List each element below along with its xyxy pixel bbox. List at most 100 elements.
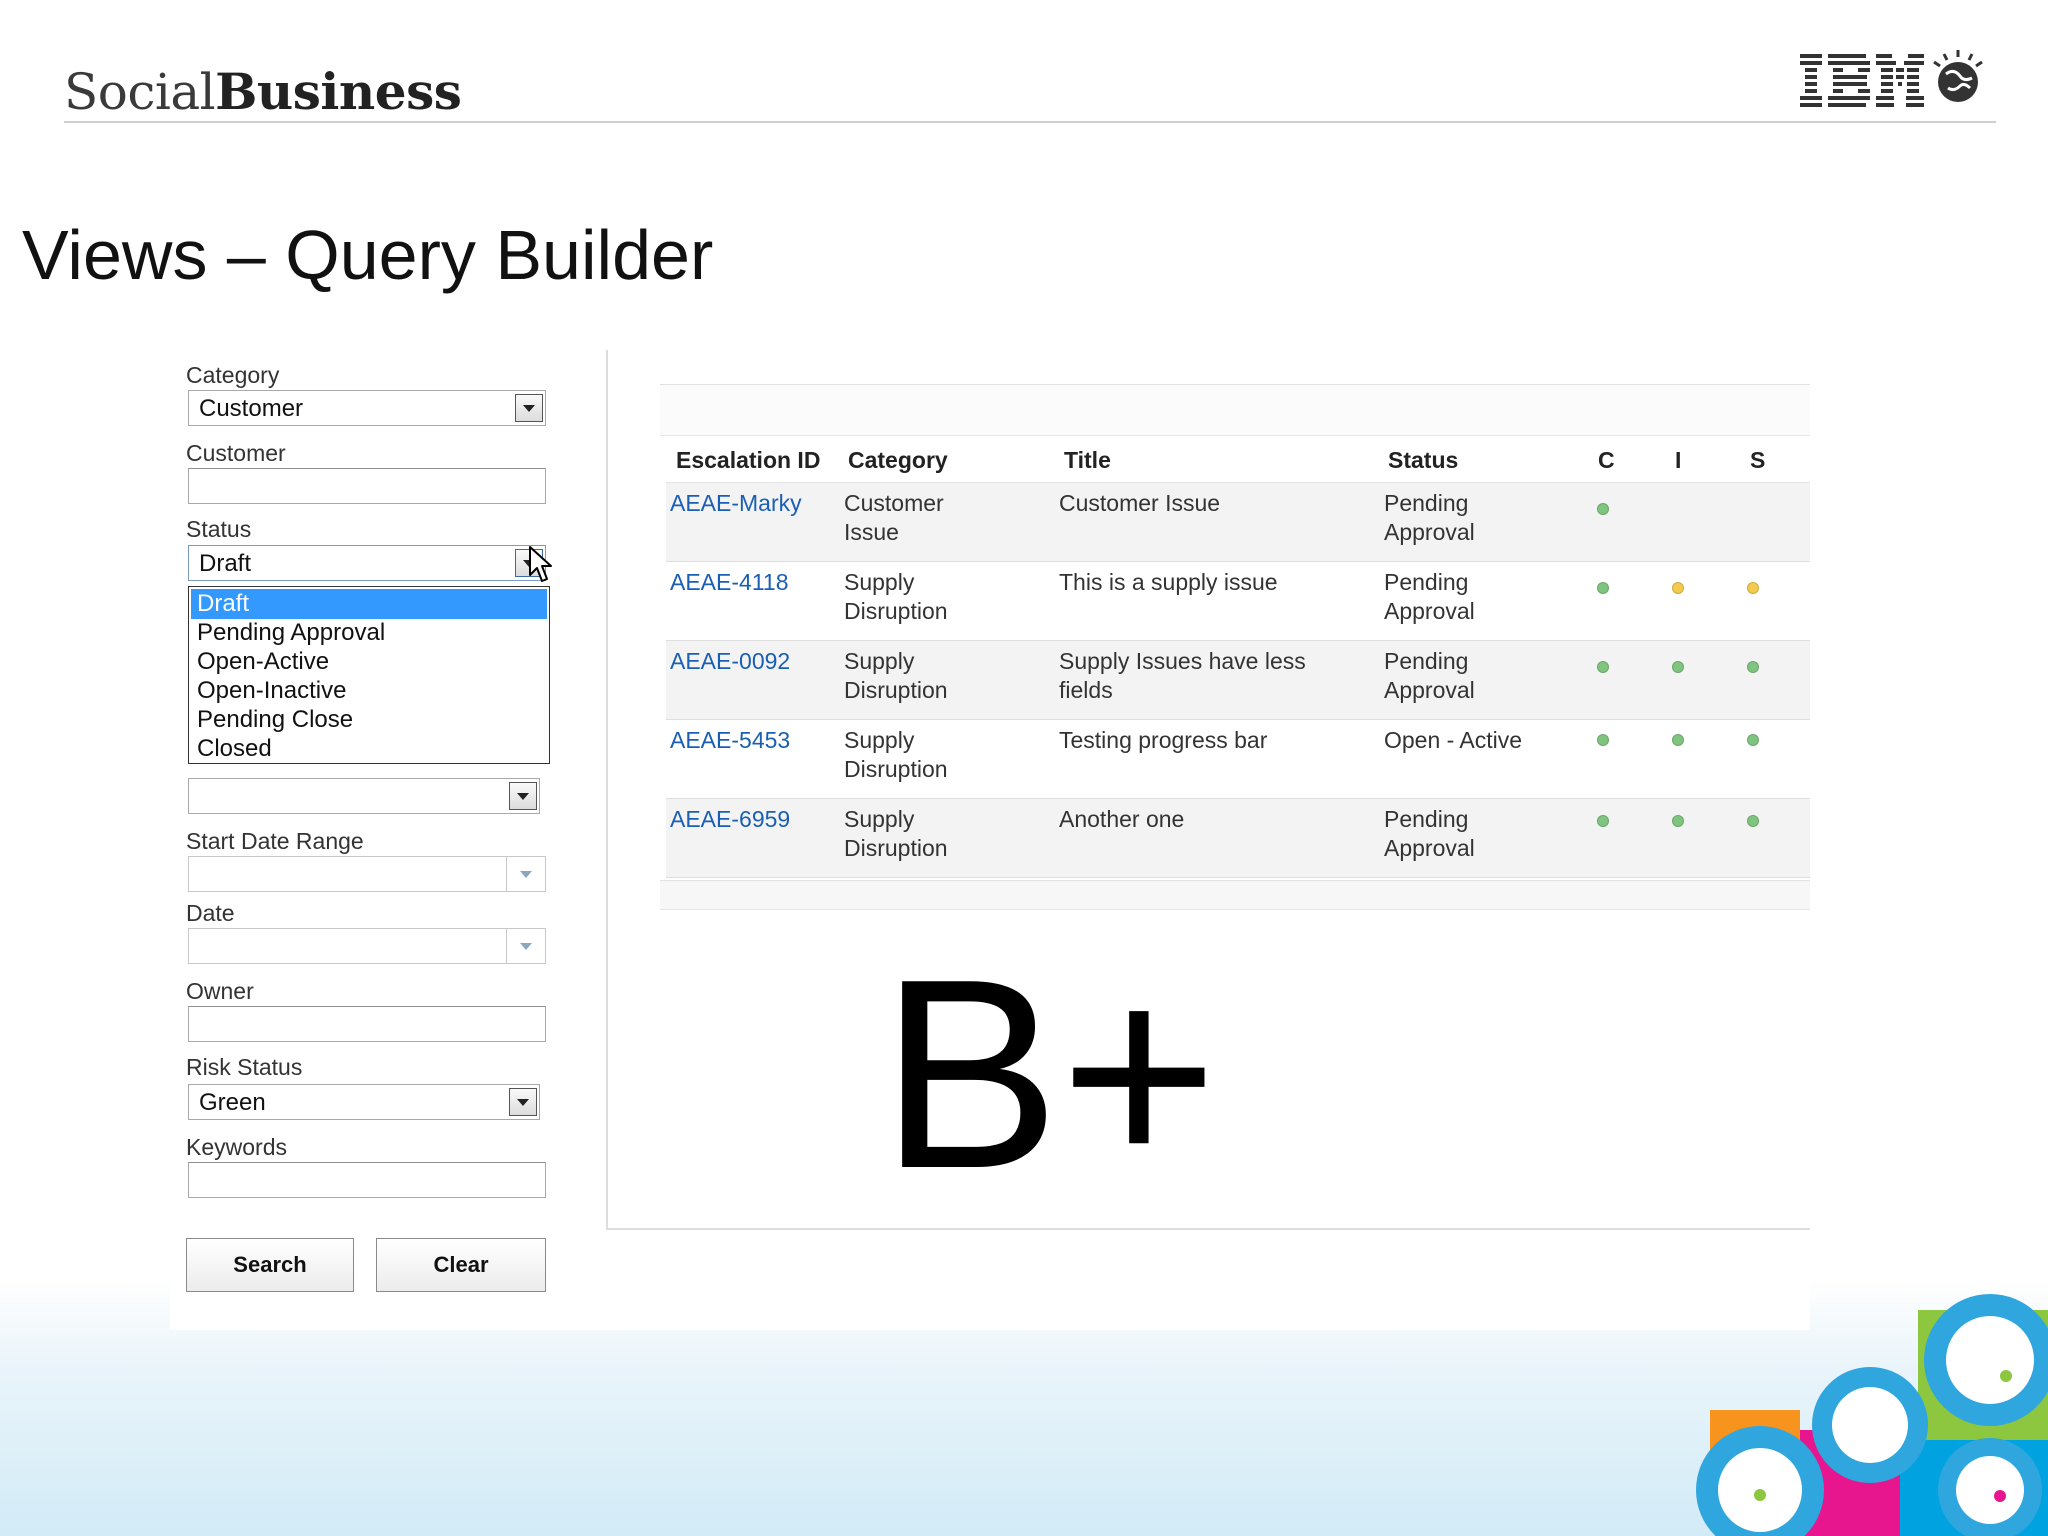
sidebar-divider bbox=[606, 350, 608, 1230]
table-row[interactable]: AEAE-4118 Supply Disruption This is a sup… bbox=[666, 562, 1810, 641]
risk-s-indicator bbox=[1747, 661, 1759, 673]
table-row[interactable]: AEAE-0092 Supply Disruption Supply Issues… bbox=[666, 641, 1810, 720]
escalation-id-link[interactable]: AEAE-6959 bbox=[670, 805, 790, 834]
title-cell: This is a supply issue bbox=[1059, 568, 1278, 597]
risk-status-select[interactable]: Green bbox=[188, 1084, 540, 1120]
column-header-category[interactable]: Category bbox=[848, 447, 948, 474]
category-line: Supply bbox=[844, 727, 915, 753]
risk-c-indicator bbox=[1597, 503, 1609, 515]
category-value: Customer bbox=[199, 395, 304, 422]
table-row[interactable]: AEAE-5453 Supply Disruption Testing progr… bbox=[666, 720, 1810, 799]
risk-c-indicator bbox=[1597, 582, 1609, 594]
risk-s-indicator bbox=[1747, 815, 1759, 827]
column-header-s[interactable]: S bbox=[1750, 447, 1765, 474]
category-line: Issue bbox=[844, 519, 899, 545]
status-cell: Pending Approval bbox=[1384, 647, 1475, 705]
grade-annotation: B+ bbox=[880, 924, 1218, 1225]
status-select[interactable]: Draft bbox=[188, 545, 546, 581]
column-header-title[interactable]: Title bbox=[1064, 447, 1111, 474]
category-line: Disruption bbox=[844, 677, 948, 703]
title-line: This is a supply issue bbox=[1059, 569, 1278, 595]
category-line: Disruption bbox=[844, 835, 948, 861]
customer-input[interactable] bbox=[188, 468, 546, 504]
chevron-down-icon[interactable] bbox=[515, 394, 543, 422]
mouse-pointer-icon bbox=[529, 546, 552, 582]
brand-bold-text: Business bbox=[215, 62, 462, 121]
column-header-escalation-id[interactable]: Escalation ID bbox=[676, 447, 820, 474]
risk-i-indicator bbox=[1672, 734, 1684, 746]
chevron-down-icon[interactable] bbox=[509, 1088, 537, 1116]
escalation-id-link[interactable]: AEAE-4118 bbox=[670, 568, 788, 597]
status-option[interactable]: Closed bbox=[191, 734, 547, 764]
date-label: Date bbox=[186, 900, 235, 926]
risk-s-indicator bbox=[1747, 582, 1759, 594]
column-header-c[interactable]: C bbox=[1598, 447, 1615, 474]
title-cell: Customer Issue bbox=[1059, 489, 1220, 518]
status-cell: Pending Approval bbox=[1384, 568, 1475, 626]
title-line: Another one bbox=[1059, 806, 1185, 832]
title-line: Customer Issue bbox=[1059, 490, 1221, 516]
grid-footer bbox=[660, 880, 1810, 910]
customer-label: Customer bbox=[186, 440, 286, 466]
category-select[interactable]: Customer bbox=[188, 390, 546, 426]
escalation-id-link[interactable]: AEAE-5453 bbox=[670, 726, 790, 755]
ibm-logo-icon bbox=[1800, 50, 1983, 107]
escalation-id-link[interactable]: AEAE-0092 bbox=[670, 647, 790, 676]
status-line: Approval bbox=[1384, 519, 1475, 545]
risk-s-indicator bbox=[1747, 734, 1759, 746]
keywords-label: Keywords bbox=[186, 1134, 287, 1160]
status-option[interactable]: Pending Approval bbox=[191, 618, 547, 648]
status-cell: Pending Approval bbox=[1384, 489, 1475, 547]
column-header-i[interactable]: I bbox=[1675, 447, 1681, 474]
status-option[interactable]: Draft bbox=[191, 589, 547, 619]
clear-button[interactable]: Clear bbox=[376, 1238, 546, 1292]
table-row[interactable]: AEAE-Marky Customer Issue Customer Issue … bbox=[666, 483, 1810, 562]
location-select[interactable] bbox=[188, 778, 540, 814]
category-cell: Supply Disruption bbox=[844, 568, 948, 626]
risk-c-indicator bbox=[1597, 734, 1609, 746]
date-picker[interactable] bbox=[188, 928, 546, 964]
escalation-id-link[interactable]: AEAE-Marky bbox=[670, 489, 802, 518]
category-line: Disruption bbox=[844, 756, 948, 782]
title-cell: Supply Issues have less fields bbox=[1059, 647, 1306, 705]
status-value: Draft bbox=[199, 550, 252, 577]
brand-light-text: Social bbox=[64, 63, 216, 121]
title-cell: Another one bbox=[1059, 805, 1184, 834]
slide-title: Views – Query Builder bbox=[22, 216, 714, 294]
status-option[interactable]: Pending Close bbox=[191, 705, 547, 735]
column-header-status[interactable]: Status bbox=[1388, 447, 1458, 474]
status-line: Pending bbox=[1384, 806, 1469, 832]
start-date-range-picker[interactable] bbox=[188, 856, 546, 892]
chevron-down-icon[interactable] bbox=[506, 929, 545, 963]
title-line: Supply Issues have less bbox=[1059, 648, 1306, 674]
status-option[interactable]: Open-Active bbox=[191, 647, 547, 677]
grid-toolbar bbox=[660, 384, 1810, 436]
category-cell: Supply Disruption bbox=[844, 647, 948, 705]
status-line: Pending bbox=[1384, 648, 1469, 674]
brand-logo: SocialBusiness bbox=[64, 62, 462, 121]
owner-input[interactable] bbox=[188, 1006, 546, 1042]
category-line: Supply bbox=[844, 569, 915, 595]
chevron-down-icon[interactable] bbox=[506, 857, 545, 891]
category-line: Customer bbox=[844, 490, 944, 516]
risk-i-indicator bbox=[1672, 582, 1684, 594]
category-line: Disruption bbox=[844, 598, 948, 624]
search-button[interactable]: Search bbox=[186, 1238, 354, 1292]
start-date-range-label: Start Date Range bbox=[186, 828, 364, 854]
keywords-input[interactable] bbox=[188, 1162, 546, 1198]
status-line: Approval bbox=[1384, 835, 1475, 861]
risk-status-value: Green bbox=[199, 1089, 266, 1116]
title-line: fields bbox=[1059, 677, 1113, 703]
table-row[interactable]: AEAE-6959 Supply Disruption Another one P… bbox=[666, 799, 1810, 878]
category-line: Supply bbox=[844, 648, 915, 674]
status-line: Approval bbox=[1384, 598, 1475, 624]
category-cell: Customer Issue bbox=[844, 489, 944, 547]
category-line: Supply bbox=[844, 806, 915, 832]
status-line: Pending bbox=[1384, 569, 1469, 595]
risk-i-indicator bbox=[1672, 661, 1684, 673]
status-dropdown-list: Draft Pending Approval Open-Active Open-… bbox=[188, 586, 550, 764]
content-bottom-border bbox=[606, 1228, 1810, 1230]
chevron-down-icon[interactable] bbox=[509, 782, 537, 810]
status-option[interactable]: Open-Inactive bbox=[191, 676, 547, 706]
category-cell: Supply Disruption bbox=[844, 726, 948, 784]
